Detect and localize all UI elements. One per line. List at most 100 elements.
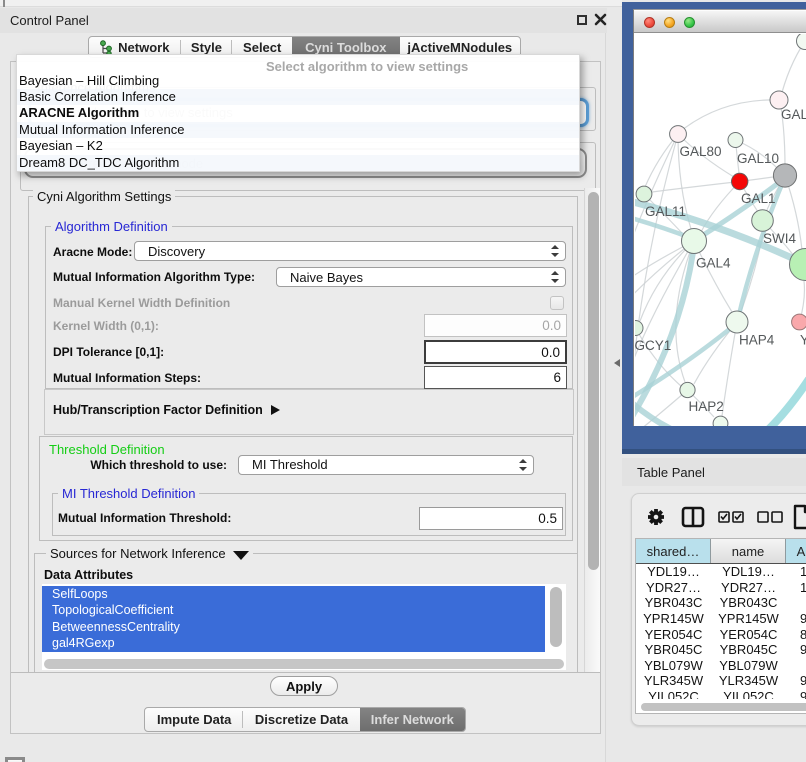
attribute-list-item[interactable]: SelfLoops bbox=[42, 586, 545, 602]
apply-button[interactable]: Apply bbox=[270, 676, 338, 696]
expand-right-icon bbox=[271, 405, 280, 415]
which-threshold-combobox[interactable]: MI Threshold bbox=[238, 455, 534, 475]
sources-title: Sources for Network Inference bbox=[50, 546, 226, 561]
uncheck-all-icon[interactable] bbox=[757, 511, 783, 523]
graph-edge-thick[interactable] bbox=[769, 379, 806, 426]
graph-node-bot[interactable] bbox=[713, 416, 728, 426]
settings-scrollbar[interactable] bbox=[584, 188, 600, 672]
graph-node-label: GAL11 bbox=[645, 204, 686, 219]
graph-node-gal4[interactable] bbox=[682, 229, 707, 254]
attribute-list-item[interactable]: gal4RGexp bbox=[42, 635, 545, 651]
table-column-header[interactable]: shared… bbox=[636, 539, 711, 563]
table-cell: YDR27… bbox=[711, 580, 786, 596]
zoom-traffic-light-icon[interactable] bbox=[684, 17, 695, 28]
graph-edge[interactable] bbox=[636, 328, 682, 386]
mi-type-combobox[interactable]: Naive Bayes bbox=[276, 267, 566, 287]
attribute-list-item[interactable]: BetweennessCentrality bbox=[42, 619, 545, 635]
table-row[interactable]: YLR345WYLR345W9. bbox=[636, 673, 806, 689]
graph-node-swi4[interactable] bbox=[752, 210, 774, 232]
graph-node-gal80[interactable] bbox=[670, 126, 687, 143]
table-cell: YBR043C bbox=[711, 595, 786, 611]
graph-node-gal10[interactable] bbox=[728, 133, 743, 148]
tab-impute-data[interactable]: Impute Data bbox=[145, 708, 243, 731]
network-view-window[interactable]: GAL2GAL80GAL10GAL1GAL11SWI4GAL4GCY1HAP4Y… bbox=[633, 9, 806, 426]
table-row[interactable]: YPR145WYPR145W9. bbox=[636, 611, 806, 627]
table-cell: YDL19… bbox=[636, 564, 711, 580]
tab-discretize-data[interactable]: Discretize Data bbox=[243, 708, 359, 731]
settings-scrollbar-thumb[interactable] bbox=[588, 192, 599, 570]
mi-type-value: Naive Bayes bbox=[290, 270, 363, 285]
columns-icon[interactable] bbox=[681, 506, 705, 528]
minimize-traffic-light-icon[interactable] bbox=[664, 17, 675, 28]
dropdown-item[interactable]: Basic Correlation Inference bbox=[17, 89, 579, 105]
graph-edge[interactable] bbox=[645, 134, 678, 187]
dropdown-item[interactable]: Mutual Information Inference bbox=[17, 122, 579, 138]
kernel-width-field[interactable]: 0.0 bbox=[424, 314, 567, 337]
node-table: shared…nameA YDL19…YDL19…13YDR27…YDR27…1… bbox=[635, 538, 806, 714]
graph-node-gcy1[interactable] bbox=[635, 321, 643, 336]
tab-infer-network[interactable]: Infer Network bbox=[360, 708, 465, 731]
tab-impute-data-label: Impute Data bbox=[157, 712, 231, 727]
mini-window-icon[interactable] bbox=[5, 757, 25, 762]
graph-node-pinky[interactable] bbox=[792, 314, 806, 330]
attribute-list-item[interactable]: TopologicalCoefficient bbox=[42, 602, 545, 618]
table-cell: 12 bbox=[786, 580, 806, 596]
table-row[interactable]: YBR045CYBR045C9. bbox=[636, 642, 806, 658]
close-icon[interactable] bbox=[594, 13, 607, 26]
graph-node-gal11[interactable] bbox=[636, 186, 652, 202]
control-panel-title: Control Panel bbox=[10, 13, 89, 28]
graph-edge[interactable] bbox=[635, 134, 678, 421]
graph-node-label: GAL10 bbox=[737, 151, 779, 166]
graph-node-top[interactable] bbox=[797, 34, 806, 50]
kernel-width-value: 0.0 bbox=[542, 318, 561, 333]
desktop-shade bbox=[622, 449, 806, 454]
graph-edge[interactable] bbox=[682, 100, 780, 130]
table-row[interactable]: YDR27…YDR27…12 bbox=[636, 580, 806, 596]
mi-threshold-field[interactable]: 0.5 bbox=[419, 507, 563, 530]
graph-node-hap4[interactable] bbox=[726, 311, 748, 333]
graph-edge[interactable] bbox=[641, 390, 688, 426]
dropdown-placeholder-row: Select algorithm to view settings bbox=[17, 55, 579, 73]
table-row[interactable]: YBL079WYBL079W bbox=[636, 658, 806, 674]
table-hscrollbar-thumb[interactable] bbox=[641, 703, 806, 711]
list-scrollbar[interactable] bbox=[548, 585, 564, 649]
table-column-header[interactable]: name bbox=[711, 539, 786, 563]
check-all-icon[interactable] bbox=[718, 511, 744, 523]
graph-node-red[interactable] bbox=[732, 173, 748, 189]
hub-expander[interactable]: Hub/Transcription Factor Definition bbox=[53, 403, 280, 417]
network-graph[interactable]: GAL2GAL80GAL10GAL1GAL11SWI4GAL4GCY1HAP4Y… bbox=[635, 34, 806, 426]
control-panel-titlebar bbox=[0, 8, 607, 33]
table-row[interactable]: YER054CYER054C8. bbox=[636, 626, 806, 642]
table-body: YDL19…YDL19…13YDR27…YDR27…12YBR043CYBR04… bbox=[636, 564, 806, 704]
float-window-icon[interactable] bbox=[577, 15, 587, 25]
dropdown-items: Bayesian – Hill ClimbingBasic Correlatio… bbox=[17, 73, 579, 171]
dropdown-item[interactable]: ARACNE Algorithm bbox=[17, 105, 579, 121]
dpi-tolerance-field[interactable]: 0.0 bbox=[424, 340, 567, 364]
document-icon[interactable] bbox=[792, 504, 806, 530]
tab-discretize-data-label: Discretize Data bbox=[255, 712, 348, 727]
manual-kernel-label: Manual Kernel Width Definition bbox=[53, 296, 230, 310]
list-hscrollbar-thumb[interactable] bbox=[44, 659, 564, 669]
sources-expander[interactable]: Sources for Network Inference bbox=[46, 546, 253, 561]
list-hscrollbar[interactable] bbox=[42, 655, 566, 670]
mi-steps-field[interactable]: 6 bbox=[424, 366, 567, 389]
table-column-header[interactable]: A bbox=[786, 539, 806, 563]
tab-cyni-toolbox-label: Cyni Toolbox bbox=[305, 40, 386, 55]
aracne-mode-combobox[interactable]: Discovery bbox=[134, 241, 566, 261]
graph-edge[interactable] bbox=[635, 241, 694, 389]
graph-edge[interactable] bbox=[780, 41, 805, 100]
network-window-titlebar[interactable] bbox=[634, 10, 806, 33]
table-row[interactable]: YBR043CYBR043C bbox=[636, 595, 806, 611]
gear-icon[interactable] bbox=[646, 507, 666, 527]
table-row[interactable]: YDL19…YDL19…13 bbox=[636, 564, 806, 580]
graph-node-label: GAL4 bbox=[696, 256, 731, 271]
manual-kernel-checkbox[interactable] bbox=[550, 296, 564, 310]
dropdown-item[interactable]: Bayesian – K2 bbox=[17, 138, 579, 154]
panel-collapse-icon[interactable] bbox=[614, 359, 620, 367]
table-hscrollbar[interactable] bbox=[636, 699, 806, 713]
graph-node-hap2[interactable] bbox=[680, 382, 695, 397]
list-scrollbar-thumb[interactable] bbox=[550, 587, 562, 647]
dropdown-item[interactable]: Dream8 DC_TDC Algorithm bbox=[17, 155, 579, 171]
close-traffic-light-icon[interactable] bbox=[644, 17, 655, 28]
graph-node-gal1[interactable] bbox=[773, 164, 796, 187]
